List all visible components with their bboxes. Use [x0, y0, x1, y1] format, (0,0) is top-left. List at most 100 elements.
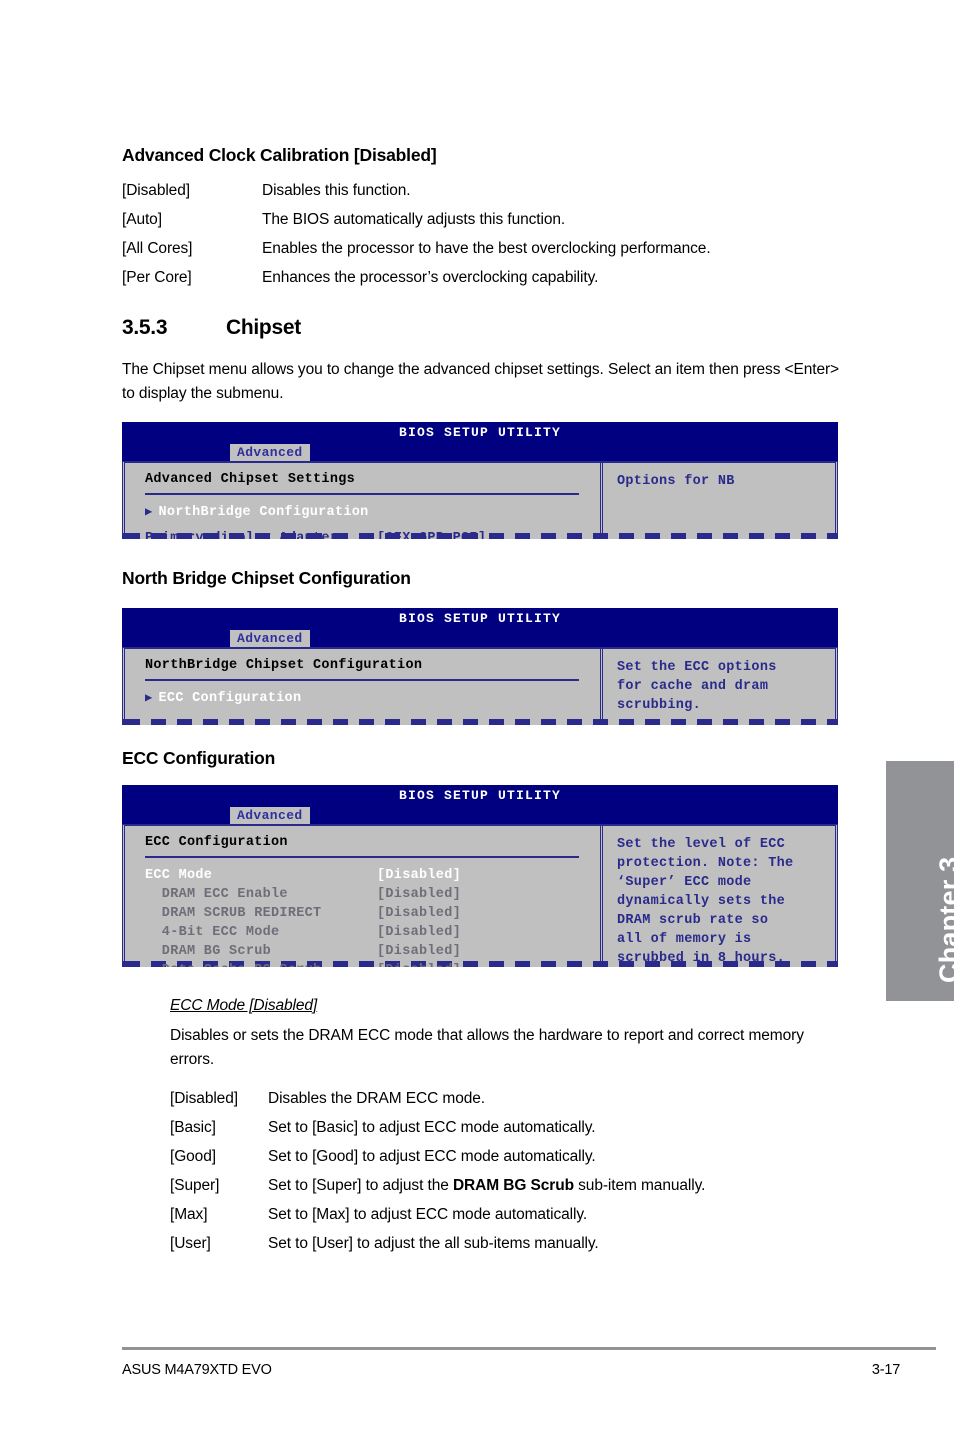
bios-tabrow: Advanced	[122, 630, 838, 647]
bios-screenshot-advanced-chipset-settings: BIOS SETUP UTILITY Advanced Advanced Chi…	[122, 422, 838, 539]
bios-setting-row[interactable]: Data Cache BG Scrub [Disabled]	[145, 961, 600, 967]
bios-body: NorthBridge Chipset Configuration ▶ ECC C…	[122, 647, 838, 719]
bios-screenshot-northbridge-chipset-configuration: BIOS SETUP UTILITY Advanced NorthBridge …	[122, 608, 838, 725]
definition-row: [Disabled] Disables this function.	[122, 176, 840, 205]
bios-body: ECC Configuration ECC Mode [Disabled] DR…	[122, 824, 838, 967]
definition-row: [Disabled] Disables the DRAM ECC mode.	[170, 1084, 840, 1113]
ecc-mode-note-body: Disables or sets the DRAM ECC mode that …	[170, 1027, 804, 1068]
definition-row: [Super] Set to [Super] to adjust the DRA…	[170, 1171, 840, 1200]
bios-setting-value: [Disabled]	[377, 887, 462, 902]
chipset-intro-text: The Chipset menu allows you to change th…	[122, 361, 840, 402]
bios-tabrow: Advanced	[122, 807, 838, 824]
bios-setting-label: Primary display Adapter	[145, 531, 339, 539]
option-desc: Set to [Max] to adjust ECC mode automati…	[268, 1206, 588, 1223]
footer-divider	[122, 1347, 836, 1350]
bios-setting-row[interactable]: 4-Bit ECC Mode [Disabled]	[145, 923, 600, 942]
definition-row: [Auto] The BIOS automatically adjusts th…	[122, 205, 840, 234]
option-desc-bold: DRAM BG Scrub	[452, 1177, 574, 1194]
definition-row: [Max] Set to [Max] to adjust ECC mode au…	[170, 1200, 840, 1229]
bios-title: BIOS SETUP UTILITY	[398, 611, 562, 626]
bios-setting-row[interactable]: ECC Mode [Disabled]	[145, 866, 600, 885]
bios-setting-value: [GFX-GPP-PCI]	[377, 531, 487, 539]
triangle-right-icon: ▶	[145, 691, 153, 705]
option-term: [User]	[170, 1235, 211, 1252]
option-desc: Set to [Super] to adjust the DRAM BG Scr…	[268, 1171, 840, 1200]
bios-menu-pane: ECC Configuration ECC Mode [Disabled] DR…	[125, 826, 603, 967]
bios-menu-pane: NorthBridge Chipset Configuration ▶ ECC C…	[125, 649, 603, 719]
bios-setting-value: [Disabled]	[377, 906, 462, 921]
bios-section-title: ECC Configuration	[145, 835, 288, 850]
bios-divider	[145, 856, 579, 858]
advanced-clock-calibration-section: Advanced Clock Calibration [Disabled]	[122, 145, 840, 166]
bios-setting-row[interactable]: DRAM ECC Enable [Disabled]	[145, 885, 600, 904]
bios-setting-row[interactable]: Primary display Adapter [GFX-GPP-PCI]	[145, 529, 600, 539]
section-heading-3-5-3: 3.5.3 Chipset	[122, 316, 840, 340]
option-desc: Enables the processor to have the best o…	[262, 240, 711, 257]
bios-setting-label: DRAM ECC Enable	[145, 887, 288, 902]
bios-titlebar: BIOS SETUP UTILITY	[122, 608, 838, 630]
bios-help-pane: Set the ECC options for cache and dram s…	[603, 649, 835, 719]
bios-section-title: Advanced Chipset Settings	[145, 472, 356, 487]
bios-submenu-row[interactable]: ▶ NorthBridge Configuration	[145, 503, 600, 522]
option-desc: Set to [Basic] to adjust ECC mode automa…	[268, 1119, 596, 1136]
ecc-mode-note: ECC Mode [Disabled]	[170, 997, 840, 1015]
bios-help-text: Options for NB	[617, 474, 735, 489]
acc-option-list: [Disabled] Disables this function. [Auto…	[122, 176, 840, 292]
bios-setting-row[interactable]: DRAM BG Scrub [Disabled]	[145, 942, 600, 961]
option-term: [Good]	[170, 1148, 216, 1165]
definition-row: [Per Core] Enhances the processor’s over…	[122, 263, 840, 292]
option-desc: Set to [User] to adjust the all sub-item…	[268, 1235, 599, 1252]
bios-title: BIOS SETUP UTILITY	[398, 788, 562, 803]
bios-submenu-label: ECC Configuration	[158, 691, 302, 706]
bios-titlebar: BIOS SETUP UTILITY	[122, 785, 838, 807]
option-desc: Enhances the processor’s overclocking ca…	[262, 269, 599, 286]
bios-screenshot-ecc-configuration: BIOS SETUP UTILITY Advanced ECC Configur…	[122, 785, 838, 967]
bios-submenu-row[interactable]: ▶ ECC Configuration	[145, 689, 600, 708]
bios-divider	[145, 679, 579, 681]
option-desc: Set to [Good] to adjust ECC mode automat…	[268, 1148, 596, 1165]
definition-row: [Basic] Set to [Basic] to adjust ECC mod…	[170, 1113, 840, 1142]
bios-help-pane: Options for NB	[603, 463, 835, 533]
option-desc: Disables this function.	[262, 182, 411, 199]
chapter-tab: Chapter 3	[886, 761, 954, 1001]
section-title: Chipset	[226, 316, 301, 339]
bios-setting-value: [Disabled]	[377, 868, 462, 883]
bios-setting-label: Data Cache BG Scrub	[145, 961, 377, 967]
option-term: [All Cores]	[122, 240, 193, 257]
bios-setting-value: [Disabled]	[377, 961, 461, 967]
triangle-right-icon: ▶	[145, 505, 153, 519]
section-number: 3.5.3	[122, 316, 168, 339]
bios-tab-advanced[interactable]: Advanced	[230, 807, 310, 824]
bios-tabrow: Advanced	[122, 444, 838, 461]
ecc-configuration-heading: ECC Configuration	[122, 748, 276, 768]
chapter-tab-label: Chapter 3	[934, 857, 954, 983]
option-term: [Per Core]	[122, 269, 192, 286]
ecc-configuration-heading-block: ECC Configuration	[122, 748, 840, 769]
north-bridge-heading-block: North Bridge Chipset Configuration	[122, 568, 840, 589]
bios-section-title: NorthBridge Chipset Configuration	[145, 658, 423, 673]
bios-submenu-label: NorthBridge Configuration	[158, 505, 369, 520]
option-desc: Disables the DRAM ECC mode.	[268, 1090, 485, 1107]
footer-product-name: ASUS M4A79XTD EVO	[122, 1362, 272, 1378]
footer-page-number: 3-17	[871, 1362, 901, 1378]
bios-setting-label: ECC Mode	[145, 868, 213, 883]
ecc-mode-option-list: [Disabled] Disables the DRAM ECC mode. […	[170, 1084, 840, 1258]
bios-tab-advanced[interactable]: Advanced	[230, 630, 310, 647]
chipset-intro: The Chipset menu allows you to change th…	[122, 358, 840, 406]
option-term: [Disabled]	[170, 1090, 238, 1107]
bios-help-text: Set the ECC options for cache and dram s…	[617, 660, 777, 713]
bios-title: BIOS SETUP UTILITY	[398, 425, 562, 440]
option-term: [Disabled]	[122, 182, 190, 199]
bios-truncation-dashes	[122, 719, 838, 725]
option-term: [Basic]	[170, 1119, 216, 1136]
ecc-mode-note-title: ECC Mode [Disabled]	[170, 997, 318, 1014]
bios-setting-label: DRAM BG Scrub	[145, 944, 272, 959]
option-term: [Super]	[170, 1177, 220, 1194]
bios-setting-value: [Disabled]	[377, 925, 462, 940]
definition-row: [User] Set to [User] to adjust the all s…	[170, 1229, 840, 1258]
definition-row: [All Cores] Enables the processor to hav…	[122, 234, 840, 263]
bios-menu-pane: Advanced Chipset Settings ▶ NorthBridge C…	[125, 463, 603, 539]
bios-setting-label: 4-Bit ECC Mode	[145, 925, 280, 940]
bios-setting-row[interactable]: DRAM SCRUB REDIRECT [Disabled]	[145, 904, 600, 923]
bios-tab-advanced[interactable]: Advanced	[230, 444, 310, 461]
